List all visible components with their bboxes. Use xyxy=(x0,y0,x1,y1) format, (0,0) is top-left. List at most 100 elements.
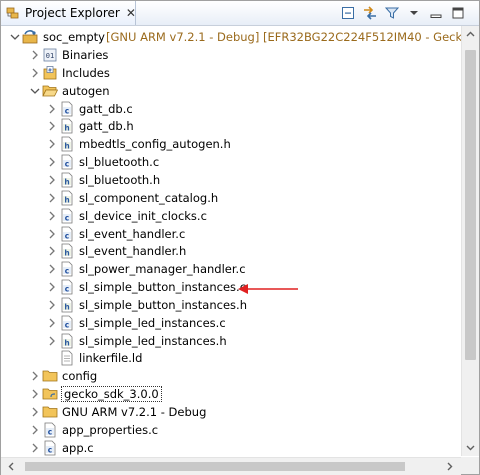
header-file-icon: h xyxy=(59,190,75,206)
tree-item[interactable]: 01 Binaries xyxy=(1,46,461,64)
chevron-right-icon[interactable] xyxy=(29,385,41,403)
c-file-icon: c xyxy=(59,315,75,331)
svg-text:h: h xyxy=(64,177,69,186)
tree-item[interactable]: c app.c xyxy=(1,439,461,456)
chevron-right-icon[interactable] xyxy=(46,135,58,153)
svg-text:#: # xyxy=(48,68,52,74)
tree-item[interactable]: h sl_simple_led_instances.h xyxy=(1,332,461,350)
chevron-right-icon[interactable] xyxy=(46,207,58,225)
svg-text:h: h xyxy=(64,195,69,204)
svg-text:h: h xyxy=(64,249,69,258)
close-icon[interactable]: ✕ xyxy=(126,6,136,20)
project-tree[interactable]: soc_empty [GNU ARM v7.2.1 - Debug] [EFR3… xyxy=(1,26,461,456)
tree-item[interactable]: c sl_simple_led_instances.c xyxy=(1,314,461,332)
scrollbar-corner xyxy=(461,457,479,474)
folder-icon xyxy=(42,368,58,384)
tree-item-label: gatt_db.c xyxy=(79,101,133,116)
scroll-left-icon[interactable] xyxy=(3,458,20,475)
tree-item[interactable]: GNU ARM v7.2.1 - Debug xyxy=(1,403,461,421)
tree-item[interactable]: # Includes xyxy=(1,64,461,82)
chevron-right-icon[interactable] xyxy=(46,153,58,171)
maximize-icon[interactable] xyxy=(449,4,467,22)
tree-item[interactable]: c gatt_db.c xyxy=(1,100,461,118)
svg-text:c: c xyxy=(48,445,52,454)
scroll-right-icon[interactable] xyxy=(441,458,458,475)
horizontal-scrollbar[interactable] xyxy=(1,457,461,475)
annotation-arrow xyxy=(238,284,298,294)
tree-item[interactable]: c sl_power_manager_handler.c xyxy=(1,260,461,278)
folder-icon xyxy=(42,404,58,420)
project-name: soc_empty xyxy=(43,30,105,44)
svg-text:h: h xyxy=(64,302,69,311)
view-menu-icon[interactable] xyxy=(405,4,423,22)
minimize-icon[interactable] xyxy=(427,4,445,22)
chevron-right-icon[interactable] xyxy=(46,189,58,207)
tree-item[interactable]: linkerfile.ld xyxy=(1,349,461,367)
tree-item-label: app.c xyxy=(62,440,94,455)
scroll-down-icon[interactable] xyxy=(462,439,479,456)
tab-project-explorer[interactable]: Project Explorer ✕ xyxy=(1,1,136,25)
c-file-icon: c xyxy=(59,208,75,224)
svg-text:c: c xyxy=(65,231,69,240)
chevron-right-icon[interactable] xyxy=(29,367,41,385)
horizontal-scroll-thumb[interactable] xyxy=(25,462,405,471)
tree-item[interactable]: h sl_event_handler.h xyxy=(1,242,461,260)
tree-item[interactable]: c sl_device_init_clocks.c xyxy=(1,207,461,225)
chevron-right-icon[interactable] xyxy=(46,225,58,243)
chevron-right-icon[interactable] xyxy=(29,64,41,82)
chevron-down-icon[interactable] xyxy=(29,82,41,100)
linked-folder-icon xyxy=(42,386,58,402)
chevron-right-icon[interactable] xyxy=(46,278,58,296)
chevron-right-icon[interactable] xyxy=(29,403,41,421)
tree-item[interactable]: autogen xyxy=(1,82,461,100)
c-file-icon: c xyxy=(59,226,75,242)
collapse-all-icon[interactable] xyxy=(339,4,357,22)
tree-project-row[interactable]: soc_empty [GNU ARM v7.2.1 - Debug] [EFR3… xyxy=(1,28,461,46)
tree-item[interactable]: h sl_bluetooth.h xyxy=(1,171,461,189)
chevron-right-icon[interactable] xyxy=(46,100,58,118)
link-with-editor-icon[interactable] xyxy=(361,4,379,22)
chevron-down-icon[interactable] xyxy=(9,28,21,46)
tree-item[interactable]: h sl_simple_button_instances.h xyxy=(1,296,461,314)
tree-item[interactable]: h sl_component_catalog.h xyxy=(1,189,461,207)
chevron-right-icon[interactable] xyxy=(46,171,58,189)
header-file-icon: h xyxy=(59,333,75,349)
tree-item[interactable]: c sl_simple_button_instances.c xyxy=(1,278,461,296)
c-file-icon: c xyxy=(59,154,75,170)
tree-item[interactable]: h gatt_db.h xyxy=(1,117,461,135)
tree-item[interactable]: h mbedtls_config_autogen.h xyxy=(1,135,461,153)
chevron-right-icon[interactable] xyxy=(29,421,41,439)
chevron-right-icon[interactable] xyxy=(46,332,58,350)
tree-item[interactable]: c app_properties.c xyxy=(1,421,461,439)
chevron-right-icon[interactable] xyxy=(46,296,58,314)
filter-icon[interactable] xyxy=(383,4,401,22)
svg-text:c: c xyxy=(65,320,69,329)
svg-text:c: c xyxy=(65,106,69,115)
tree-item[interactable]: config xyxy=(1,367,461,385)
tab-label: Project Explorer xyxy=(25,6,120,20)
vertical-scroll-thumb[interactable] xyxy=(465,50,476,360)
file-icon xyxy=(59,350,75,366)
tree-item-label: gatt_db.h xyxy=(79,119,134,134)
c-file-icon: c xyxy=(42,440,58,456)
vertical-scrollbar[interactable] xyxy=(461,26,479,456)
tree-item[interactable]: gecko_sdk_3.0.0 xyxy=(1,385,461,403)
svg-text:c: c xyxy=(48,427,52,436)
tree-item-label: mbedtls_config_autogen.h xyxy=(79,137,231,152)
tree-item[interactable]: c sl_bluetooth.c xyxy=(1,153,461,171)
chevron-right-icon[interactable] xyxy=(29,46,41,64)
chevron-right-icon[interactable] xyxy=(46,117,58,135)
chevron-right-icon[interactable] xyxy=(46,260,58,278)
svg-text:h: h xyxy=(64,338,69,347)
svg-text:c: c xyxy=(65,213,69,222)
tree-item-label: sl_power_manager_handler.c xyxy=(79,262,246,277)
scroll-up-icon[interactable] xyxy=(462,26,479,43)
tree-item-label: sl_device_init_clocks.c xyxy=(79,208,207,223)
c-file-icon: c xyxy=(59,101,75,117)
chevron-right-icon[interactable] xyxy=(46,242,58,260)
tree-item[interactable]: c sl_event_handler.c xyxy=(1,225,461,243)
tree-item-label: sl_simple_button_instances.h xyxy=(79,297,247,312)
chevron-right-icon[interactable] xyxy=(29,439,41,456)
chevron-right-icon[interactable] xyxy=(46,314,58,332)
tree-item-label: sl_component_catalog.h xyxy=(79,190,219,205)
